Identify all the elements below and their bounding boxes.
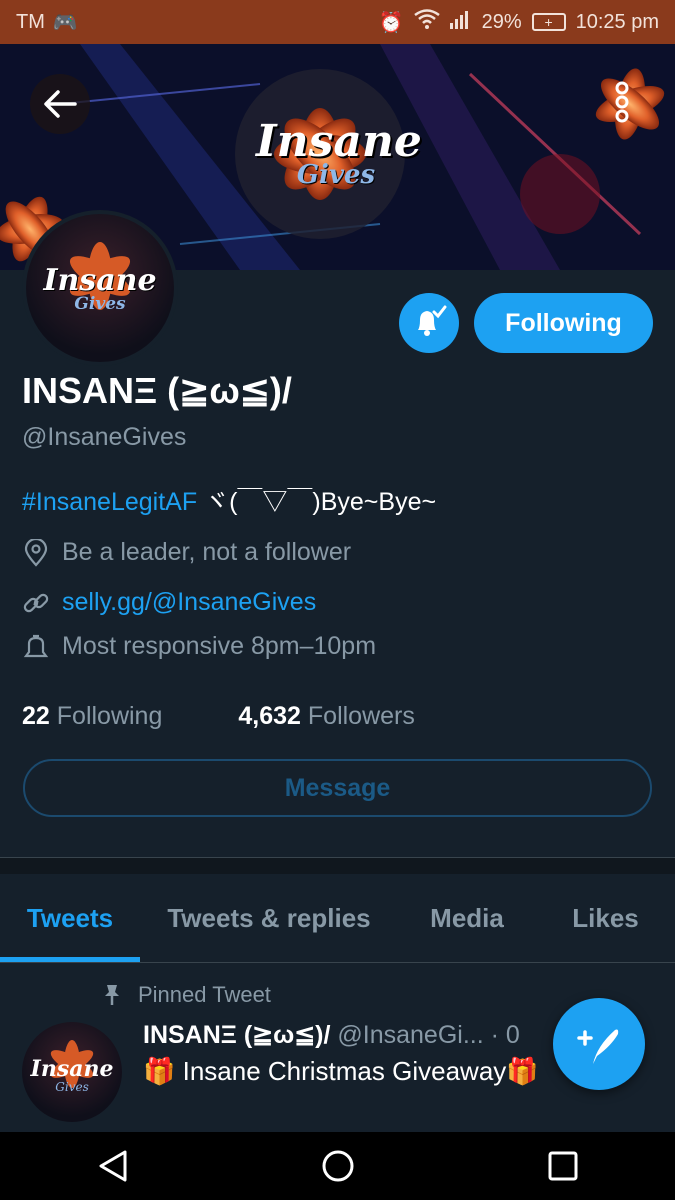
banner-logo-main: Insane	[256, 116, 422, 167]
nav-home-button[interactable]	[298, 1132, 378, 1200]
wifi-icon	[413, 9, 440, 35]
responsiveness-row: Most responsive 8pm–10pm	[22, 632, 376, 661]
game-controller-icon: 🎮	[52, 11, 78, 34]
bio-hashtag-link[interactable]: #InsaneLegitAF	[22, 488, 197, 516]
more-vertical-icon	[615, 81, 629, 123]
tweet-author-avatar[interactable]: Insane Gives	[22, 1022, 122, 1122]
location-pin-icon	[22, 538, 50, 567]
avatar-logo-main: Insane	[43, 263, 157, 298]
following-stat[interactable]: 22 Following	[22, 702, 162, 731]
nav-recents-button[interactable]	[523, 1132, 603, 1200]
responsiveness-text: Most responsive 8pm–10pm	[62, 632, 377, 660]
website-link[interactable]: selly.gg/@InsaneGives	[62, 588, 316, 617]
tweet-author-handle: @InsaneGi...	[337, 1021, 484, 1049]
location-row: Be a leader, not a follower	[22, 538, 351, 567]
followers-stat[interactable]: 4,632 Followers	[238, 702, 415, 731]
display-name: INSANΞ (≧ω≦)/	[22, 370, 292, 411]
back-button[interactable]	[30, 74, 90, 134]
section-divider	[0, 857, 675, 875]
tweet-avatar-logo-sub: Gives	[55, 1080, 89, 1094]
pinned-label: Pinned Tweet	[138, 982, 271, 1007]
arrow-left-icon	[44, 90, 77, 118]
clock: 10:25 pm	[575, 10, 659, 33]
followers-count: 4,632	[238, 702, 301, 730]
website-row: selly.gg/@InsaneGives	[22, 588, 316, 617]
location-text: Be a leader, not a follower	[62, 538, 352, 566]
bell-check-icon	[418, 305, 447, 336]
avatar-image: Insane Gives	[26, 214, 174, 362]
compose-tweet-button[interactable]	[553, 998, 645, 1090]
compose-feather-icon	[577, 1029, 619, 1064]
tweet-avatar-logo-main: Insane	[30, 1056, 114, 1082]
avatar-logo-sub: Gives	[74, 294, 126, 314]
tab-media[interactable]: Media	[398, 874, 536, 962]
profile-avatar[interactable]: Insane Gives	[22, 210, 178, 366]
avatar-logo: Insane Gives	[26, 266, 174, 313]
banner-logo: Insane Gives	[256, 116, 422, 189]
alarm-icon: ⏰	[378, 11, 404, 34]
followers-label: Followers	[307, 702, 415, 730]
more-options-button[interactable]	[600, 72, 644, 132]
bio-text: ヾ(￣▽￣)Bye~Bye~	[197, 488, 437, 516]
tab-tweets-replies[interactable]: Tweets & replies	[140, 874, 398, 962]
follow-stats: 22 Following 4,632 Followers	[22, 702, 415, 731]
triangle-back-icon	[99, 1150, 126, 1182]
following-count: 22	[22, 702, 50, 730]
following-label: Following	[56, 702, 163, 730]
profile-tabs: Tweets Tweets & replies Media Likes	[0, 874, 675, 963]
system-navigation-bar	[0, 1132, 675, 1200]
nav-back-button[interactable]	[73, 1132, 153, 1200]
bio: #InsaneLegitAF ヾ(￣▽￣)Bye~Bye~	[22, 482, 436, 518]
pin-icon	[105, 985, 119, 1005]
pinned-indicator: Pinned Tweet	[102, 982, 271, 1008]
bell-outline-icon	[22, 633, 50, 661]
status-bar: TM 🎮 ⏰ 29% + 10:25 pm	[0, 0, 675, 44]
tweet-time: · 0	[490, 1021, 520, 1049]
square-recents-icon	[548, 1151, 577, 1181]
user-handle: @InsaneGives	[22, 423, 187, 451]
signal-icon	[449, 9, 472, 35]
circle-home-icon	[322, 1150, 353, 1182]
message-button[interactable]: Message	[23, 759, 652, 817]
link-icon	[22, 589, 50, 617]
battery-percent: 29%	[481, 10, 522, 33]
carrier-label: TM	[16, 10, 45, 33]
battery-icon: +	[531, 13, 566, 31]
notifications-button[interactable]	[399, 293, 459, 353]
tab-tweets[interactable]: Tweets	[0, 874, 140, 962]
tweet-text[interactable]: 🎁 Insane Christmas Giveaway🎁	[143, 1056, 539, 1087]
following-button[interactable]: Following	[474, 293, 653, 353]
tab-likes[interactable]: Likes	[536, 874, 675, 962]
tweet-author-name[interactable]: INSANΞ (≧ω≦)/	[143, 1021, 330, 1049]
